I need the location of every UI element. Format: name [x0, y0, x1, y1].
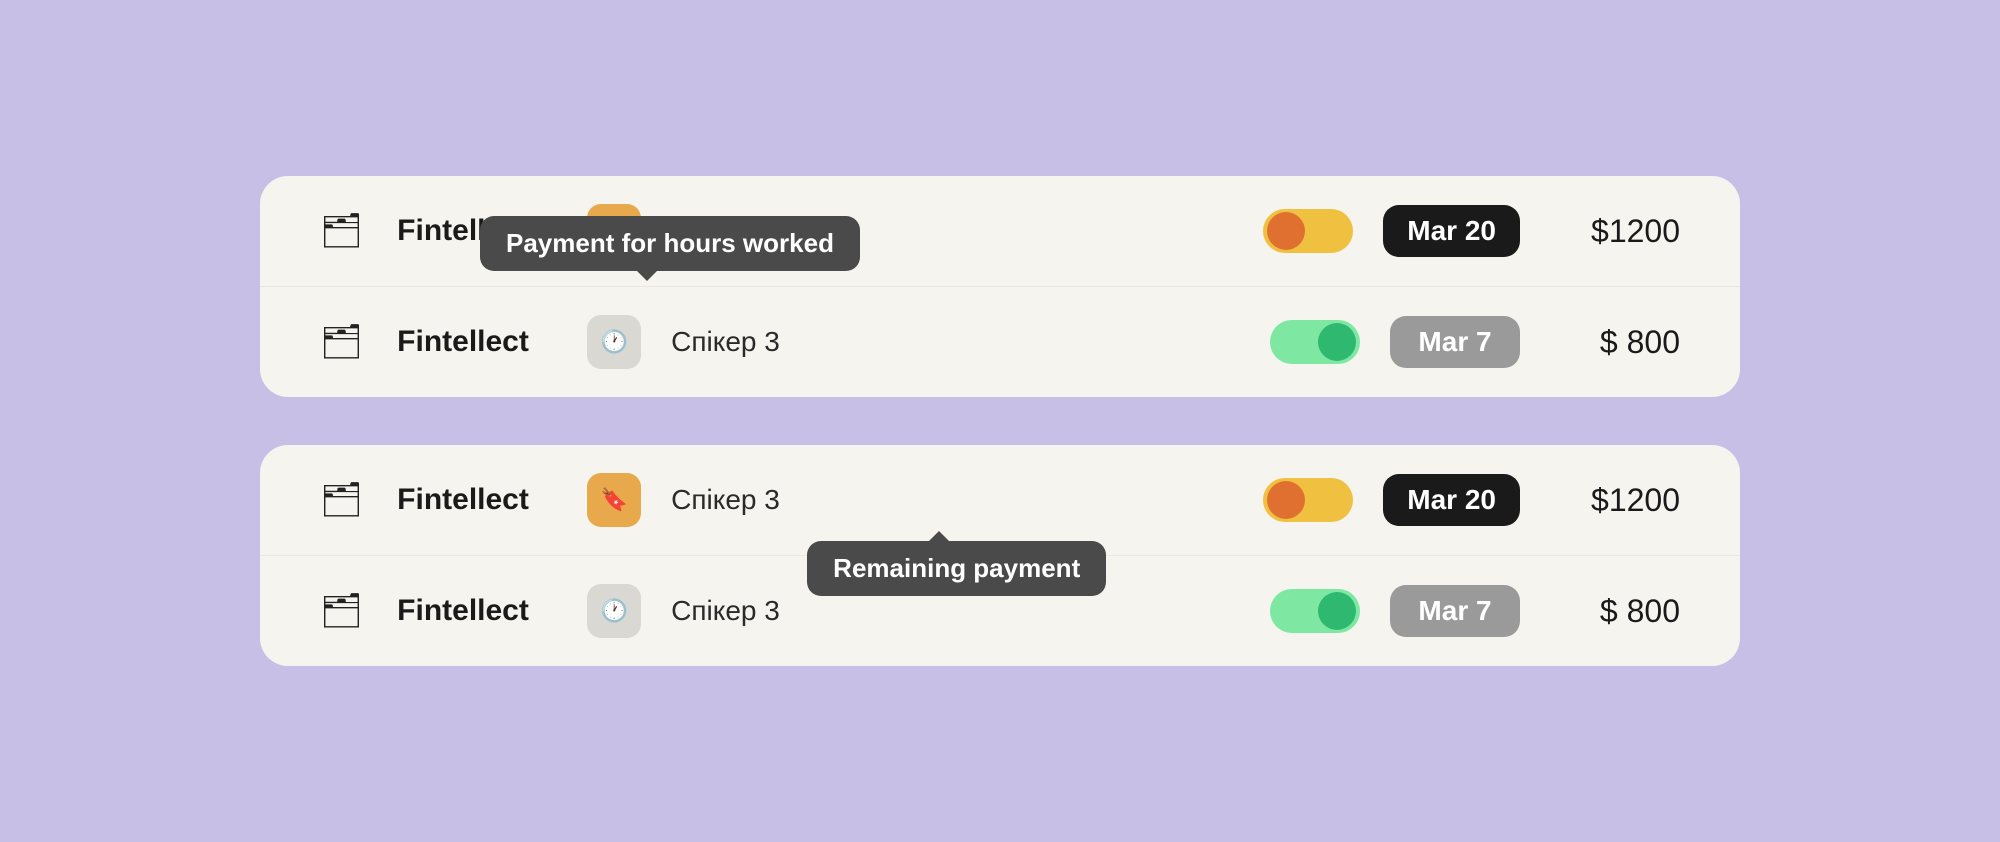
bookmark-icon: 🔖 — [600, 487, 627, 513]
date-badge-gray-2: Mar 7 — [1390, 585, 1520, 637]
bookmark-icon: 🔖 — [600, 218, 627, 244]
toggle-green-2[interactable] — [1270, 589, 1360, 633]
clock-badge[interactable]: 🕐 — [587, 315, 641, 369]
amount-2: $ 800 — [1550, 324, 1680, 361]
brand-name: Fintellect — [397, 483, 557, 517]
toggle-knob — [1318, 592, 1356, 630]
brand-name: Fintellect — [397, 594, 557, 628]
speaker-name: Спікер 3 — [671, 326, 1240, 358]
speaker-name: Спікер 3 — [671, 595, 1240, 627]
clock-badge[interactable]: 🕐 Remaining payment — [587, 584, 641, 638]
amount-1: $1200 — [1550, 213, 1680, 250]
toggle-knob — [1267, 212, 1305, 250]
toggle-knob — [1267, 481, 1305, 519]
card2-row2: 🗂 Fintellect 🕐 Remaining payment Спікер … — [260, 556, 1740, 666]
date-badge-dark-2: Mar 20 — [1383, 474, 1520, 526]
payment-card-2: 🗂 Fintellect 🔖 Спікер 3 Mar 20 $1200 🗂 F… — [260, 445, 1740, 666]
card1-row2: 🗂 Fintellect 🕐 Спікер 3 Mar 7 $ 800 — [260, 287, 1740, 397]
clock-icon: 🕐 — [600, 329, 627, 355]
speaker-name: Спікер 3 — [671, 215, 1233, 247]
card1-row1: 🗂 Fintellect 🔖 Payment for hours worked … — [260, 176, 1740, 287]
toggle-yellow-1[interactable] — [1263, 209, 1353, 253]
amount-4: $ 800 — [1550, 593, 1680, 630]
bookmark-badge[interactable]: 🔖 — [587, 204, 641, 258]
date-badge-gray-1: Mar 7 — [1390, 316, 1520, 368]
amount-3: $1200 — [1550, 482, 1680, 519]
toggle-knob — [1318, 323, 1356, 361]
brand-name: Fintellect — [397, 214, 557, 248]
clock-icon: 🕐 — [600, 598, 627, 624]
date-badge-dark-1: Mar 20 — [1383, 205, 1520, 257]
speaker-name: Спікер 3 — [671, 484, 1233, 516]
toggle-yellow-2[interactable] — [1263, 478, 1353, 522]
payment-card-1: 🗂 Fintellect 🔖 Payment for hours worked … — [260, 176, 1740, 397]
folder-icon: 🗂 — [320, 591, 363, 631]
folder-icon: 🗂 — [320, 322, 363, 362]
toggle-green-1[interactable] — [1270, 320, 1360, 364]
card2-row1: 🗂 Fintellect 🔖 Спікер 3 Mar 20 $1200 — [260, 445, 1740, 556]
bookmark-badge[interactable]: 🔖 — [587, 473, 641, 527]
brand-name: Fintellect — [397, 325, 557, 359]
folder-icon: 🗂 — [320, 480, 363, 520]
folder-icon: 🗂 — [320, 211, 363, 251]
